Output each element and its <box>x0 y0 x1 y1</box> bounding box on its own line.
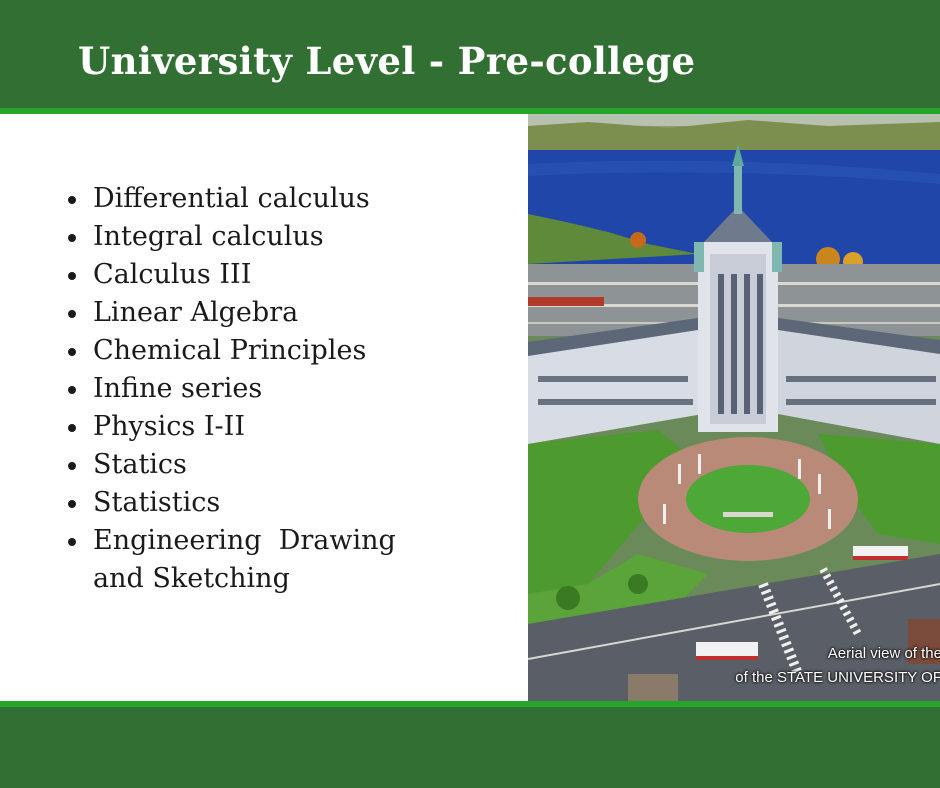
slide-content: Differential calculus Integral calculus … <box>0 114 528 701</box>
bullet-icon <box>68 348 76 356</box>
list-item: Calculus III <box>66 256 426 294</box>
slide-header: University Level - Pre-college <box>0 0 940 108</box>
bullet-icon <box>68 538 76 546</box>
list-item: Integral calculus <box>66 218 426 256</box>
course-list: Differential calculus Integral calculus … <box>66 180 426 598</box>
list-item: Statistics <box>66 484 426 522</box>
bullet-icon <box>68 310 76 318</box>
bullet-icon <box>68 196 76 204</box>
campus-aerial-photo: Aerial view of the of the STATE UNIVERSI… <box>528 114 940 701</box>
bullet-icon <box>68 500 76 508</box>
bullet-icon <box>68 234 76 242</box>
list-item: Differential calculus <box>66 180 426 218</box>
bullet-icon <box>68 272 76 280</box>
list-item: Engineering Drawing and Sketching <box>66 522 426 598</box>
bullet-icon <box>68 386 76 394</box>
list-item: Physics I-II <box>66 408 426 446</box>
bullet-icon <box>68 424 76 432</box>
list-item: Linear Algebra <box>66 294 426 332</box>
photo-caption-line-2: of the STATE UNIVERSITY OF <box>735 669 940 686</box>
bullet-icon <box>68 462 76 470</box>
slide-title: University Level - Pre-college <box>78 39 696 83</box>
list-item: Chemical Principles <box>66 332 426 370</box>
list-item: Infine series <box>66 370 426 408</box>
list-item: Statics <box>66 446 426 484</box>
photo-caption-line-1: Aerial view of the <box>827 645 940 662</box>
slide-footer <box>0 707 940 788</box>
campus-illustration <box>528 114 940 701</box>
